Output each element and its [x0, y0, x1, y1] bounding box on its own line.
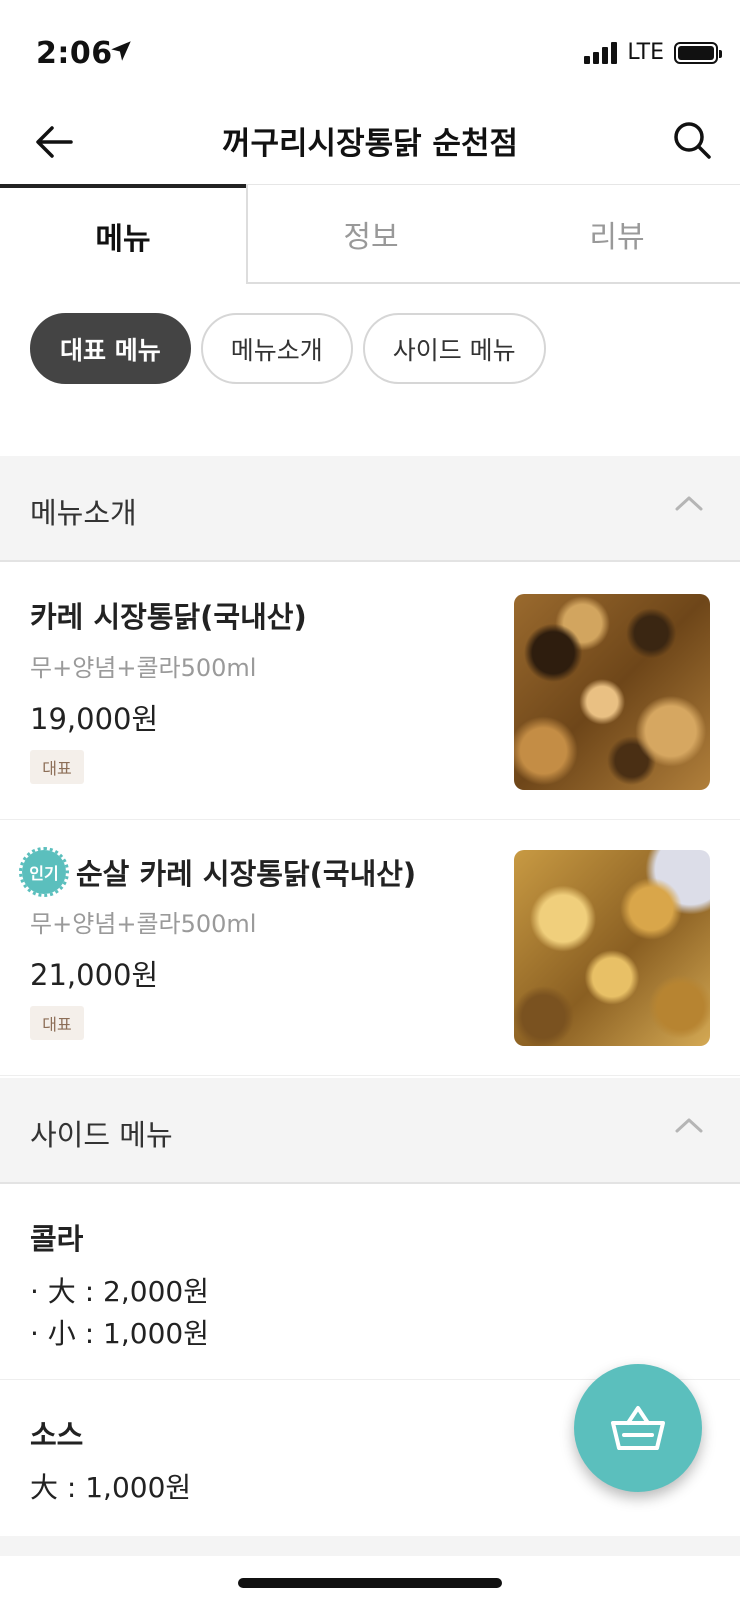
- menu-item-photo: [514, 594, 710, 790]
- page-title: 꺼구리시장통닭 순천점: [222, 126, 518, 162]
- menu-item-name: 카레 시장통닭(국내산): [30, 594, 307, 636]
- tab-reviews[interactable]: 리뷰: [494, 184, 740, 284]
- side-item-price-line: · 大 : 2,000원: [30, 1275, 209, 1308]
- home-indicator[interactable]: [238, 1578, 502, 1588]
- side-item-price-line: 大 : 1,000원: [30, 1471, 192, 1504]
- chevron-up-icon: [675, 1118, 703, 1133]
- section-header-menu-intro[interactable]: 메뉴소개: [0, 456, 740, 562]
- menu-item-name-text: 카레 시장통닭(국내산): [30, 600, 307, 634]
- location-arrow-icon: [108, 38, 134, 68]
- battery-icon: [674, 41, 722, 64]
- network-label: LTE: [627, 40, 664, 65]
- list-end-spacer: [0, 1536, 740, 1556]
- menu-item-price: 19,000원: [30, 702, 159, 736]
- section-title: 메뉴소개: [30, 496, 137, 530]
- status-time: 2:06: [36, 36, 113, 71]
- chip-signature-menu[interactable]: 대표 메뉴: [30, 313, 191, 384]
- menu-item-photo: [514, 850, 710, 1046]
- menu-item[interactable]: 카레 시장통닭(국내산) 무+양념+콜라500ml 19,000원 대표: [0, 564, 740, 820]
- cart-button[interactable]: [574, 1364, 702, 1492]
- side-item-name: 콜라: [30, 1222, 84, 1256]
- signal-icon: [584, 41, 618, 64]
- menu-item-price: 21,000원: [30, 958, 159, 992]
- section-title: 사이드 메뉴: [30, 1118, 173, 1152]
- menu-item-desc: 무+양념+콜라500ml: [30, 654, 257, 682]
- search-button[interactable]: [666, 114, 718, 166]
- chevron-up-icon: [675, 496, 703, 511]
- menu-item[interactable]: 인기 순살 카레 시장통닭(국내산) 무+양념+콜라500ml 21,000원 …: [0, 820, 740, 1076]
- section-header-side-menu[interactable]: 사이드 메뉴: [0, 1078, 740, 1184]
- menu-item-name-text: 순살 카레 시장통닭(국내산): [76, 857, 417, 891]
- menu-item-desc: 무+양념+콜라500ml: [30, 910, 257, 938]
- tab-info[interactable]: 정보: [246, 184, 494, 284]
- tab-bar: 메뉴 정보 리뷰: [0, 184, 740, 284]
- app-header: 꺼구리시장통닭 순천점: [0, 100, 740, 184]
- side-item[interactable]: 콜라 · 大 : 2,000원 · 小 : 1,000원: [0, 1186, 740, 1380]
- chip-menu-intro[interactable]: 메뉴소개: [200, 313, 353, 384]
- side-item-name: 소스: [30, 1418, 84, 1452]
- popular-badge: 인기: [19, 847, 69, 897]
- status-indicators: LTE: [584, 40, 722, 65]
- basket-icon: [611, 1406, 665, 1450]
- tab-menu[interactable]: 메뉴: [0, 184, 246, 284]
- category-chips: 대표 메뉴 메뉴소개 사이드 메뉴: [30, 313, 546, 384]
- chip-side-menu[interactable]: 사이드 메뉴: [362, 313, 546, 384]
- menu-item-name: 인기 순살 카레 시장통닭(국내산): [19, 847, 417, 897]
- signature-tag: 대표: [30, 1006, 84, 1040]
- search-icon: [674, 122, 711, 159]
- status-bar: 2:06 LTE: [0, 0, 740, 100]
- side-item-price-line: · 小 : 1,000원: [30, 1317, 209, 1350]
- signature-tag: 대표: [30, 750, 84, 784]
